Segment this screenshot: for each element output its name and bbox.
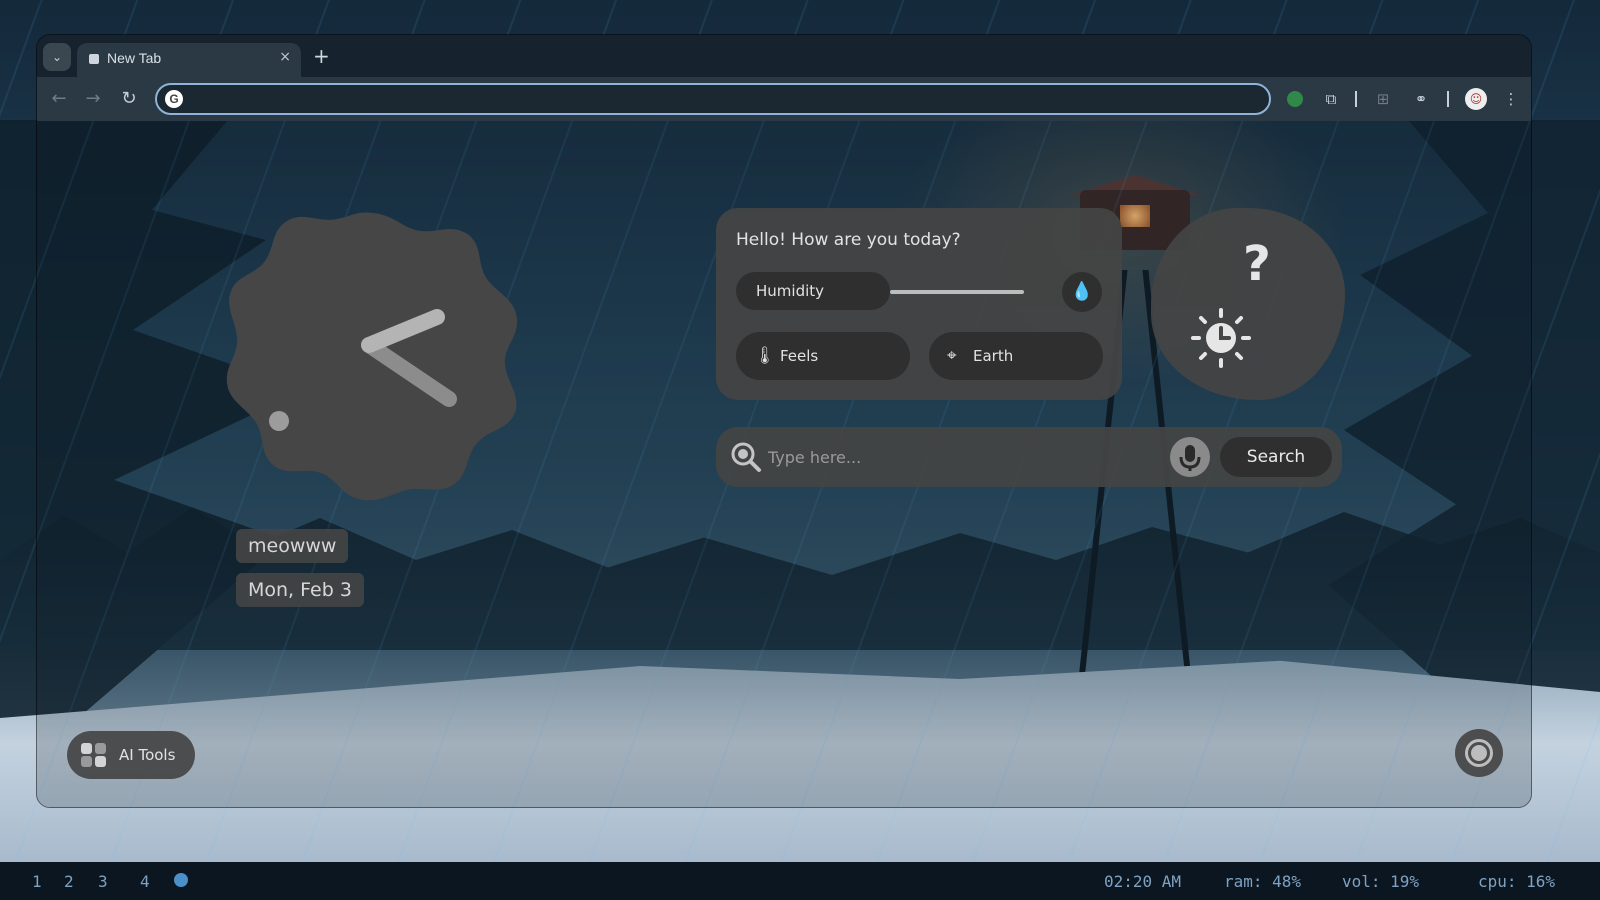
tab-title: New Tab — [107, 50, 162, 66]
feels-label: Feels — [780, 347, 819, 365]
back-icon[interactable]: ← — [47, 87, 71, 111]
workspace-1[interactable]: 1 — [32, 872, 42, 891]
toolbar-divider — [1447, 91, 1449, 107]
humidity-bar: Humidity — [736, 272, 1044, 312]
profile-icon[interactable]: ☺ — [1465, 88, 1487, 110]
clock-readout: 02:20 AM — [1104, 872, 1182, 891]
weather-unknown-icon: ? — [1243, 236, 1271, 292]
ram-usage: ram: 48% — [1224, 872, 1302, 891]
search-input[interactable] — [768, 437, 1168, 477]
google-icon: G — [165, 90, 183, 108]
reload-icon[interactable]: ↻ — [117, 87, 141, 111]
address-bar[interactable]: G — [155, 83, 1271, 115]
workspace-2[interactable]: 2 — [64, 872, 74, 891]
humidity-track — [890, 290, 1024, 294]
new-tab-button[interactable]: + — [313, 45, 330, 67]
settings-fab-button[interactable] — [1455, 729, 1503, 777]
ai-tools-label: AI Tools — [119, 746, 176, 764]
thermometer-icon: 🌡 — [754, 346, 776, 366]
tab-strip: ⌄ New Tab × + — [37, 35, 1531, 77]
microphone-icon — [1179, 445, 1201, 471]
sun-clock-icon — [1191, 308, 1251, 368]
analog-clock — [225, 207, 521, 503]
location-label: Earth — [973, 347, 1014, 365]
tab-close-icon[interactable]: × — [279, 49, 291, 65]
extension-icon[interactable] — [1287, 91, 1303, 107]
microphone-button[interactable] — [1170, 437, 1210, 477]
search-icon — [731, 442, 761, 472]
tab-new-tab[interactable]: New Tab × — [77, 43, 301, 77]
active-app-icon — [174, 873, 188, 887]
username-label: meowww — [236, 529, 349, 563]
clock-second-dot — [269, 411, 289, 431]
location-button[interactable]: ⌖ Earth — [929, 332, 1103, 380]
workspace-3[interactable]: 3 — [98, 872, 108, 891]
toolbar: ← → ↻ G ⧉ ⊞ ⚭ ☺ ⋮ — [37, 77, 1531, 121]
location-pin-icon: ⌖ — [947, 346, 957, 366]
ai-tools-button[interactable]: AI Tools — [67, 731, 195, 779]
feels-like-button[interactable]: 🌡 Feels — [736, 332, 910, 380]
greeting-text: Hello! How are you today? — [736, 230, 961, 250]
more-menu-icon[interactable]: ⋮ — [1501, 89, 1521, 109]
humidity-label: Humidity — [736, 272, 890, 310]
tab-search-chevron-icon[interactable]: ⌄ — [43, 43, 71, 71]
ai-tools-icon — [81, 743, 106, 767]
water-drop-icon: 💧 — [1062, 272, 1102, 312]
browser-window: ⌄ New Tab × + ← → ↻ G ⧉ ⊞ ⚭ ☺ ⋮ meowww M… — [36, 34, 1532, 808]
puzzle-icon[interactable]: ⧉ — [1321, 89, 1341, 109]
link-icon[interactable]: ⚭ — [1411, 89, 1431, 109]
translate-icon[interactable]: ⊞ — [1373, 89, 1393, 109]
weather-card: Hello! How are you today? Humidity 💧 🌡 F… — [716, 208, 1122, 400]
status-bar: 1 2 3 4 02:20 AM ram: 48% vol: 19% cpu: … — [0, 862, 1600, 900]
weather-condition-widget: ? — [1151, 208, 1345, 400]
workspace-4[interactable]: 4 — [140, 872, 150, 891]
cpu-usage: cpu: 16% — [1478, 872, 1556, 891]
forward-icon[interactable]: → — [81, 87, 105, 111]
search-button[interactable]: Search — [1220, 437, 1332, 477]
date-label: Mon, Feb 3 — [236, 573, 364, 607]
toolbar-divider — [1355, 91, 1357, 107]
volume-level: vol: 19% — [1342, 872, 1420, 891]
search-bar: Search — [716, 427, 1342, 487]
new-tab-page: meowww Mon, Feb 3 Hello! How are you tod… — [37, 121, 1531, 807]
tab-favicon-icon — [89, 54, 99, 64]
